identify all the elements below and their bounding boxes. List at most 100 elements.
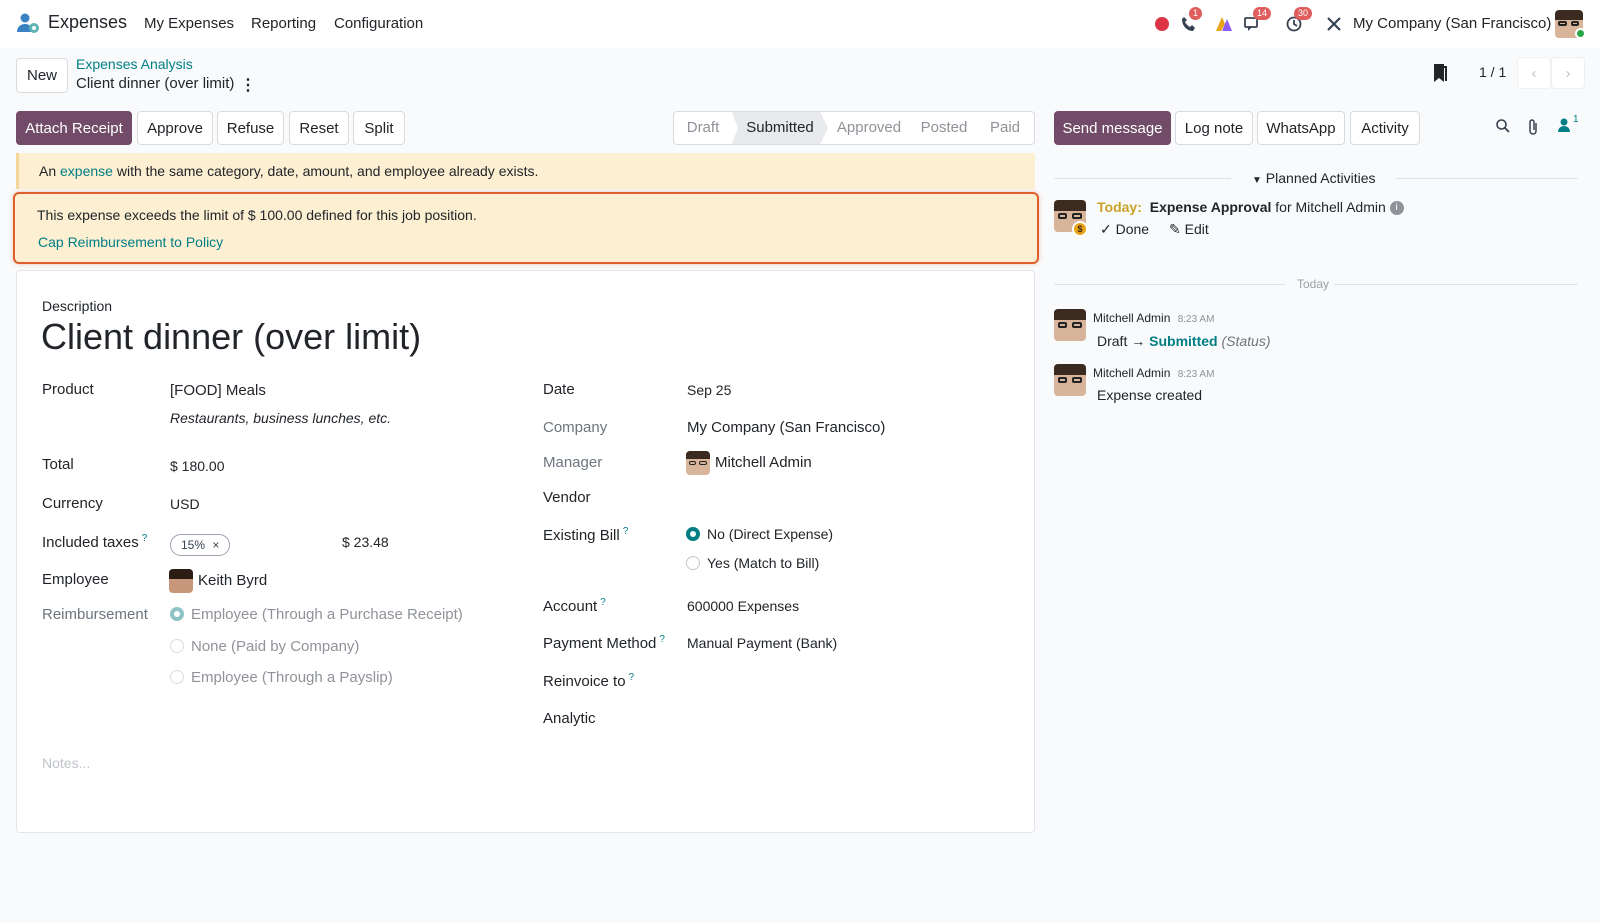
help-icon[interactable]: ?	[629, 672, 635, 683]
help-icon[interactable]: ?	[142, 533, 148, 544]
phone-icon[interactable]: 1	[1178, 7, 1203, 35]
app-name[interactable]: Expenses	[48, 12, 127, 33]
divider-line	[1054, 178, 1231, 179]
account-field[interactable]: 600000 Expenses	[687, 598, 799, 614]
refuse-button[interactable]: Refuse	[217, 111, 284, 145]
date-field[interactable]: Sep 25	[687, 382, 731, 398]
total-field[interactable]: $ 180.00	[170, 458, 225, 474]
pager-value[interactable]: 1 / 1	[1479, 64, 1506, 80]
approve-button[interactable]: Approve	[137, 111, 213, 145]
payment-method-text: Payment Method	[543, 635, 657, 652]
notes-field[interactable]: Notes...	[42, 755, 90, 771]
info-icon[interactable]: i	[1389, 201, 1404, 216]
currency-field[interactable]: USD	[170, 496, 200, 512]
reinvoice-label: Reinvoice to?	[543, 672, 634, 690]
check-icon: ✓	[1100, 221, 1112, 237]
split-button[interactable]: Split	[353, 111, 405, 145]
online-status-dot	[1575, 28, 1586, 39]
bookmark-icon[interactable]	[1432, 63, 1448, 87]
activity-edit-button[interactable]: ✎ Edit	[1169, 221, 1209, 238]
planned-activities-toggle[interactable]: ▼ Planned Activities	[1252, 170, 1376, 186]
message-time: 8:23 AM	[1177, 369, 1215, 380]
manager-field[interactable]: Mitchell Admin	[715, 454, 812, 471]
pager-next-button[interactable]: ›	[1551, 57, 1585, 89]
reset-button[interactable]: Reset	[289, 111, 349, 145]
help-icon[interactable]: ?	[623, 526, 629, 537]
menu-configuration[interactable]: Configuration	[334, 15, 423, 32]
message-body: Expense created	[1097, 387, 1203, 403]
tracking-field-name: (Status)	[1221, 333, 1271, 349]
send-message-button[interactable]: Send message	[1054, 111, 1171, 145]
expenses-app-icon[interactable]	[16, 12, 40, 36]
divider-line	[1396, 178, 1578, 179]
breadcrumb-expenses-analysis[interactable]: Expenses Analysis	[76, 56, 193, 72]
activity-title[interactable]: Expense Approval	[1150, 199, 1272, 215]
messages-icon[interactable]: 14	[1242, 7, 1272, 35]
stage-draft[interactable]: Draft	[674, 112, 732, 144]
company-field[interactable]: My Company (San Francisco)	[687, 419, 885, 436]
message-author-avatar	[1054, 364, 1086, 396]
product-label: Product	[42, 381, 94, 398]
top-navbar: Expenses My Expenses Reporting Configura…	[0, 0, 1600, 48]
duplicate-expense-link[interactable]: expense	[60, 163, 113, 179]
help-icon[interactable]: ?	[659, 634, 665, 645]
company-switcher[interactable]: My Company (San Francisco)	[1353, 15, 1551, 32]
product-field[interactable]: [FOOD] Meals	[170, 382, 266, 399]
stage-paid[interactable]: Paid	[978, 112, 1032, 144]
tools-icon[interactable]	[1323, 13, 1345, 35]
message-tracking: Draft → Submitted (Status)	[1097, 333, 1270, 349]
paperclip-icon[interactable]	[1526, 118, 1540, 140]
description-label: Description	[42, 298, 113, 314]
menu-my-expenses[interactable]: My Expenses	[144, 15, 234, 32]
new-button[interactable]: New	[16, 58, 68, 93]
tax-amount: $ 23.48	[342, 534, 389, 550]
duplicate-prefix: An	[39, 163, 57, 179]
reimbursement-label: Reimbursement	[42, 606, 148, 623]
planned-activities-label: Planned Activities	[1265, 170, 1376, 186]
existing-bill-radio-no[interactable]	[686, 527, 700, 541]
cap-reimbursement-link[interactable]: Cap Reimbursement to Policy	[38, 234, 1015, 250]
reimbursement-radio-receipt[interactable]	[170, 607, 184, 621]
log-note-button[interactable]: Log note	[1175, 111, 1253, 145]
search-icon[interactable]	[1495, 118, 1511, 138]
activity-done-button[interactable]: ✓ Done	[1100, 221, 1149, 238]
stage-posted[interactable]: Posted	[910, 112, 978, 144]
account-label: Account?	[543, 597, 606, 615]
employee-avatar	[169, 569, 193, 593]
description-field[interactable]: Client dinner (over limit)	[41, 316, 421, 358]
activity-button[interactable]: Activity	[1350, 111, 1420, 145]
actions-menu-icon[interactable]: ⋮	[240, 75, 256, 95]
followers-icon[interactable]: 1	[1557, 114, 1579, 138]
activities-clock-icon[interactable]: 30	[1283, 7, 1313, 35]
record-icon[interactable]	[1151, 13, 1173, 35]
help-icon[interactable]: ?	[600, 597, 606, 608]
duplicate-warning-alert: An expense with the same category, date,…	[16, 153, 1035, 189]
ai-icon[interactable]	[1213, 13, 1235, 35]
vendor-label: Vendor	[543, 489, 591, 506]
existing-bill-radio-yes[interactable]	[686, 556, 700, 570]
divider-line	[1054, 284, 1285, 285]
attach-receipt-button[interactable]: Attach Receipt	[16, 111, 132, 145]
remove-tag-icon[interactable]: ×	[212, 538, 219, 552]
payment-method-field[interactable]: Manual Payment (Bank)	[687, 635, 837, 651]
date-divider-label: Today	[1297, 277, 1330, 291]
menu-reporting[interactable]: Reporting	[251, 15, 316, 32]
date-label: Date	[543, 381, 575, 398]
stage-submitted[interactable]: Submitted	[732, 112, 828, 144]
reimbursement-radio-payslip[interactable]	[170, 670, 184, 684]
whatsapp-button[interactable]: WhatsApp	[1257, 111, 1345, 145]
caret-down-icon: ▼	[1252, 175, 1262, 186]
analytic-label: Analytic	[543, 710, 596, 727]
reimbursement-radio-company[interactable]	[170, 639, 184, 653]
message-header: Mitchell Admin 8:23 AM	[1093, 366, 1214, 380]
message-author[interactable]: Mitchell Admin	[1093, 366, 1170, 380]
manager-label: Manager	[543, 454, 603, 471]
tax-tag[interactable]: 15% ×	[170, 534, 231, 556]
employee-field[interactable]: Keith Byrd	[198, 572, 267, 589]
follower-count: 1	[1573, 114, 1579, 125]
message-author[interactable]: Mitchell Admin	[1093, 311, 1170, 325]
limit-warning-alert: This expense exceeds the limit of $ 100.…	[13, 192, 1039, 264]
pager-previous-button[interactable]: ‹	[1517, 57, 1551, 89]
stage-approved[interactable]: Approved	[828, 112, 910, 144]
arrow-right-icon: →	[1131, 333, 1146, 349]
